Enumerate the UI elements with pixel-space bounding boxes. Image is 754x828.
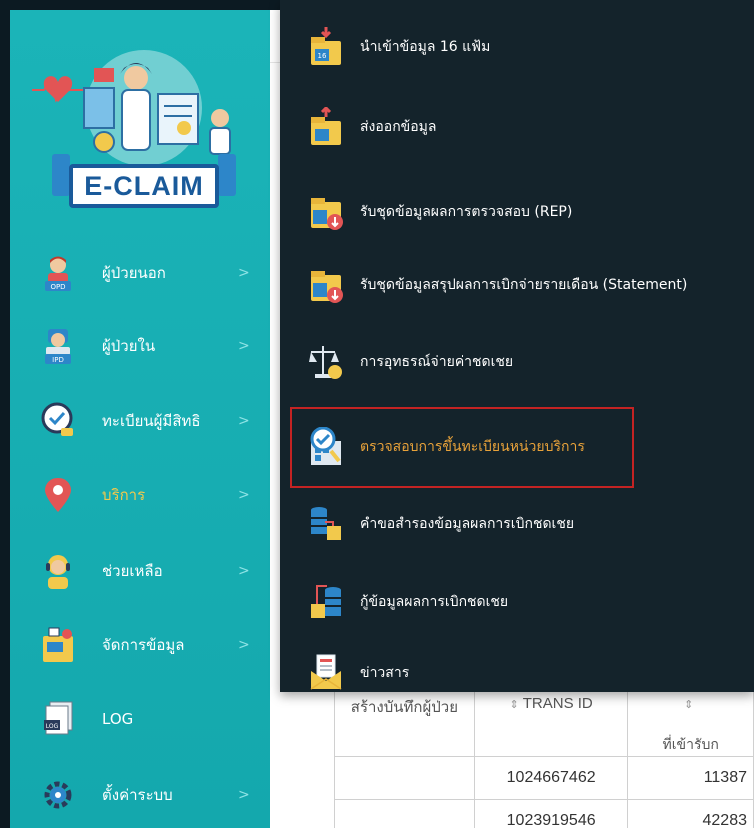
sidebar-item-settings[interactable]: ตั้งค่าระบบ > xyxy=(40,768,270,822)
menu-item-label: นำเข้าข้อมูล 16 แฟ้ม xyxy=(360,39,491,55)
logo-side-badge xyxy=(52,154,70,196)
svg-text:IPD: IPD xyxy=(52,356,64,364)
sidebar-item-registry[interactable]: ทะเบียนผู้มีสิทธิ > xyxy=(40,394,270,448)
menu-item-label: ข่าวสาร xyxy=(360,665,410,681)
menu-item-export-data[interactable]: ส่งออกข้อมูล xyxy=(280,92,754,162)
chevron-right-icon: > xyxy=(238,487,250,503)
highlight-annotation-box xyxy=(290,407,634,488)
table-row[interactable]: 1024667462 11387 xyxy=(334,756,754,800)
menu-item-label: รับชุดข้อมูลผลการตรวจสอบ (REP) xyxy=(360,204,573,220)
sidebar-item-label: ผู้ป่วยนอก xyxy=(102,264,166,282)
sidebar-item-help[interactable]: ช่วยเหลือ > xyxy=(40,544,270,598)
menu-item-news[interactable]: ข่าวสาร xyxy=(280,638,754,708)
receive-statement-icon xyxy=(308,265,344,305)
logo-text: E-CLAIM xyxy=(69,164,219,208)
receive-rep-icon xyxy=(308,192,344,232)
chevron-right-icon: > xyxy=(238,338,250,354)
data-manage-icon xyxy=(40,625,76,665)
menu-item-restore-data[interactable]: กู้ข้อมูลผลการเบิกชดเชย xyxy=(280,567,754,637)
appeal-scale-icon xyxy=(308,342,344,382)
chevron-right-icon: > xyxy=(238,563,250,579)
window-frame-left xyxy=(0,0,10,828)
menu-item-backup-request[interactable]: คำขอสำรองข้อมูลผลการเบิกชดเชย xyxy=(280,489,754,559)
sidebar-item-opd[interactable]: OPD ผู้ป่วยนอก > xyxy=(40,246,270,300)
table-row[interactable]: 1023919546 42283 xyxy=(334,799,754,828)
ipd-patient-icon: IPD xyxy=(40,326,76,366)
table-cell xyxy=(334,756,475,800)
opd-patient-icon: OPD xyxy=(40,253,76,293)
table-cell-trans-id: 1023919546 xyxy=(473,799,629,828)
chevron-right-icon: > xyxy=(238,787,250,803)
table-cell-trans-id: 1024667462 xyxy=(473,756,629,800)
menu-item-appeal[interactable]: การอุทธรณ์จ่ายค่าชดเชย xyxy=(280,327,754,397)
sidebar-item-label: ตั้งค่าระบบ xyxy=(102,786,173,804)
table-cell: 11387 xyxy=(627,756,754,800)
sidebar-item-ipd[interactable]: IPD ผู้ป่วยใน > xyxy=(40,319,270,373)
sidebar-item-label: ทะเบียนผู้มีสิทธิ xyxy=(102,412,201,430)
restore-data-icon xyxy=(308,582,344,622)
svg-text:OPD: OPD xyxy=(50,283,65,291)
sidebar-item-label: ช่วยเหลือ xyxy=(102,562,163,580)
menu-item-label: คำขอสำรองข้อมูลผลการเบิกชดเชย xyxy=(360,516,575,532)
menu-item-label: การอุทธรณ์จ่ายค่าชดเชย xyxy=(360,354,514,370)
registry-check-icon xyxy=(40,401,76,441)
menu-item-label: กู้ข้อมูลผลการเบิกชดเชย xyxy=(360,594,509,610)
table-cell xyxy=(334,799,475,828)
settings-gear-icon xyxy=(40,775,76,815)
sidebar-item-label: ผู้ป่วยใน xyxy=(102,337,156,355)
sidebar-item-label: LOG xyxy=(102,710,134,728)
sidebar-item-data-manage[interactable]: จัดการข้อมูล > xyxy=(40,618,270,672)
sidebar: E-CLAIM OPD ผู้ป่วยนอก > IPD ผู้ป่วยใน >… xyxy=(10,10,270,828)
service-dropdown-menu: 16 นำเข้าข้อมูล 16 แฟ้ม ส่งออกข้อมูล รับ… xyxy=(280,0,754,692)
menu-item-label: รับชุดข้อมูลสรุปผลการเบิกจ่ายรายเดือน (S… xyxy=(360,277,688,293)
menu-item-receive-statement[interactable]: รับชุดข้อมูลสรุปผลการเบิกจ่ายรายเดือน (S… xyxy=(280,250,754,320)
svg-text:LOG: LOG xyxy=(46,723,59,730)
sidebar-item-label: บริการ xyxy=(102,486,146,504)
import-16-files-icon: 16 xyxy=(308,27,344,67)
svg-text:16: 16 xyxy=(318,52,327,60)
claims-table: สร้างบันทึกผู้ป่วย ⇕ TRANS ID ⇕ ที่เข้ารับ… xyxy=(334,688,754,828)
logo-illustration-icon xyxy=(32,50,231,166)
logo-side-badge xyxy=(218,154,236,196)
chevron-right-icon: > xyxy=(238,413,250,429)
menu-item-label: ส่งออกข้อมูล xyxy=(360,119,437,135)
sidebar-item-service[interactable]: บริการ > xyxy=(40,468,270,522)
log-file-icon: LOG xyxy=(40,699,76,739)
sidebar-item-log[interactable]: LOG LOG xyxy=(40,692,270,746)
helpdesk-icon xyxy=(40,551,76,591)
menu-item-receive-rep[interactable]: รับชุดข้อมูลผลการตรวจสอบ (REP) xyxy=(280,177,754,247)
backup-request-icon xyxy=(308,504,344,544)
table-cell: 42283 xyxy=(627,799,754,828)
chevron-right-icon: > xyxy=(238,637,250,653)
news-mail-icon xyxy=(308,653,344,693)
e-claim-logo[interactable]: E-CLAIM xyxy=(24,38,264,208)
location-pin-icon xyxy=(40,475,76,515)
chevron-right-icon: > xyxy=(238,265,250,281)
sidebar-item-label: จัดการข้อมูล xyxy=(102,636,185,654)
export-data-icon xyxy=(308,107,344,147)
menu-item-import-16-files[interactable]: 16 นำเข้าข้อมูล 16 แฟ้ม xyxy=(280,12,754,82)
